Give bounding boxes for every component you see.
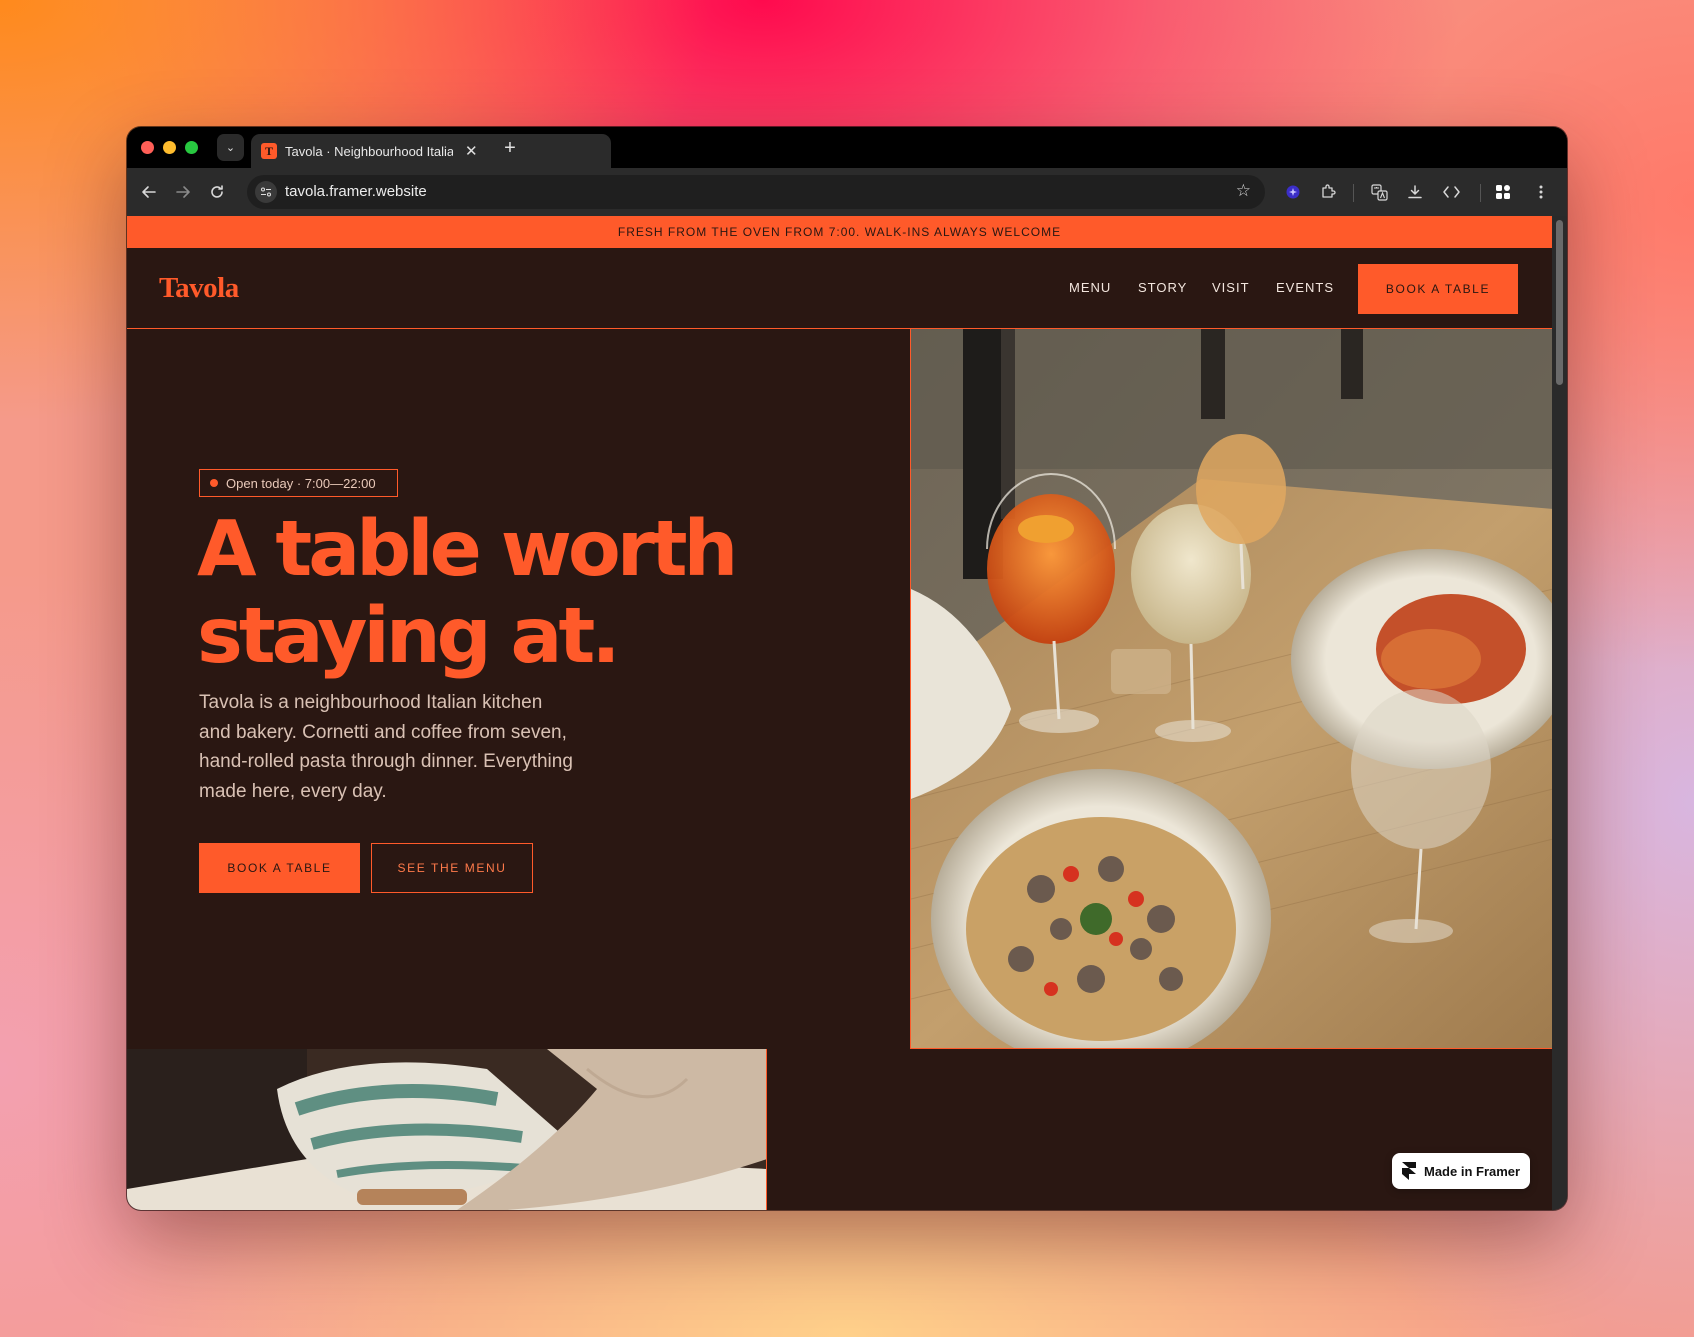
minimize-window-button[interactable]: [163, 141, 176, 154]
reload-icon: [211, 185, 223, 198]
download-icon: [1408, 185, 1422, 199]
browser-menu-button[interactable]: [1529, 180, 1553, 204]
star-icon[interactable]: ☆: [1236, 181, 1251, 201]
browser-window: ⌄ T Tavola · Neighbourhood Italian ✕ + t…: [127, 127, 1567, 1210]
address-bar[interactable]: tavola.framer.website ☆: [247, 175, 1265, 209]
close-tab-icon[interactable]: ✕: [465, 142, 478, 160]
nav-link-visit[interactable]: VISIT: [1212, 280, 1250, 295]
hero-headline: A table worth staying at.: [197, 506, 897, 680]
profile-button[interactable]: [1491, 180, 1515, 204]
site-header: Tavola MENU STORY VISIT EVENTS BOOK A TA…: [127, 248, 1552, 329]
chevron-down-icon: ⌄: [225, 142, 236, 154]
toolbar-divider: [1353, 184, 1354, 202]
extensions-button[interactable]: [1316, 180, 1340, 204]
hero-book-table-button[interactable]: BOOK A TABLE: [199, 843, 360, 893]
framer-logo-icon: [1402, 1162, 1416, 1180]
bread-photo: [127, 1049, 767, 1210]
opening-hours-badge: Open today · 7:00—22:00: [199, 469, 398, 497]
new-tab-button[interactable]: +: [497, 135, 523, 161]
hero-intro: Tavola is a neighbourhood Italian kitche…: [199, 692, 573, 802]
see-menu-button[interactable]: SEE THE MENU: [371, 843, 533, 893]
browser-toolbar: tavola.framer.website ☆: [127, 168, 1567, 216]
bread-image: [127, 1049, 766, 1210]
pasta-wine-image: [911, 329, 1552, 1048]
translate-icon: [1370, 183, 1388, 201]
nav-link-menu[interactable]: MENU: [1069, 280, 1111, 295]
made-in-framer-badge[interactable]: Made in Framer: [1392, 1153, 1530, 1189]
hero-headline-line-2: staying at.: [197, 592, 621, 681]
sparkle-extension-icon: [1286, 185, 1300, 199]
announcement-bar: FRESH FROM THE OVEN FROM 7:00. WALK-INS …: [127, 216, 1552, 248]
browser-tab[interactable]: T Tavola · Neighbourhood Italian ✕: [251, 134, 611, 168]
site-logo[interactable]: Tavola: [159, 272, 239, 305]
grid-icon: [1496, 185, 1510, 199]
hero-headline-line-1: A table worth: [197, 505, 738, 594]
nav-book-table-button[interactable]: BOOK A TABLE: [1358, 264, 1518, 314]
maximize-window-button[interactable]: [185, 141, 198, 154]
opening-hours-text: Open today · 7:00—22:00: [226, 475, 376, 491]
made-in-framer-text: Made in Framer: [1424, 1163, 1521, 1179]
back-button[interactable]: [137, 180, 161, 204]
extension-button[interactable]: [1281, 180, 1305, 204]
scrollbar-thumb[interactable]: [1556, 220, 1563, 385]
tab-title: Tavola · Neighbourhood Italian: [285, 143, 453, 159]
translate-button[interactable]: [1367, 180, 1391, 204]
site-settings-icon[interactable]: [255, 181, 277, 203]
back-arrow-icon: [142, 186, 156, 198]
puzzle-icon: [1322, 184, 1336, 198]
download-button[interactable]: [1403, 180, 1427, 204]
reload-button[interactable]: [205, 180, 229, 204]
page-scrollbar[interactable]: [1552, 216, 1567, 1210]
nav-link-events[interactable]: EVENTS: [1276, 280, 1334, 295]
tavola-favicon-icon: T: [261, 143, 277, 159]
status-dot-icon: [210, 479, 218, 487]
nav-link-story[interactable]: STORY: [1138, 280, 1187, 295]
hero-food-photo: [910, 329, 1552, 1049]
url-text: tavola.framer.website: [285, 183, 427, 200]
forward-arrow-icon: [176, 186, 190, 198]
plus-icon: +: [504, 136, 516, 159]
forward-button[interactable]: [171, 180, 195, 204]
tab-search-button[interactable]: ⌄: [217, 134, 244, 161]
devtools-button[interactable]: [1439, 180, 1463, 204]
code-icon: [1442, 186, 1460, 198]
page-viewport: FRESH FROM THE OVEN FROM 7:00. WALK-INS …: [127, 216, 1552, 1210]
toolbar-divider: [1480, 184, 1481, 202]
announcement-text: FRESH FROM THE OVEN FROM 7:00. WALK-INS …: [617, 225, 1062, 239]
tab-strip: ⌄ T Tavola · Neighbourhood Italian ✕ +: [127, 127, 1567, 168]
more-vertical-icon: [1539, 185, 1543, 199]
close-window-button[interactable]: [141, 141, 154, 154]
